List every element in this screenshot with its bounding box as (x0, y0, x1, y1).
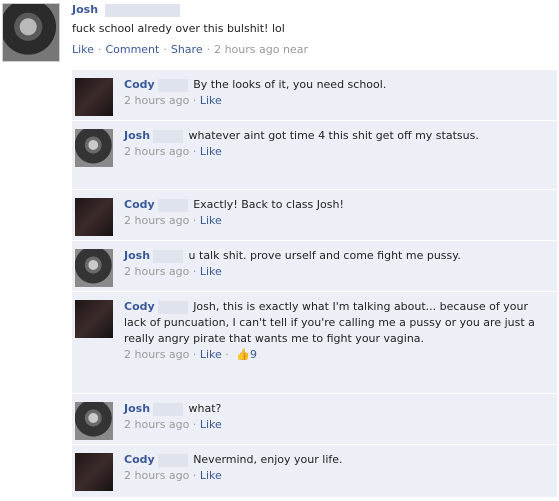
commenter-avatar[interactable] (75, 78, 113, 116)
comment-author[interactable]: Josh (124, 402, 150, 415)
comment-author[interactable]: Cody (124, 78, 155, 91)
commenter-avatar[interactable] (75, 249, 113, 287)
comment-meta: 2 hours ago · Like (124, 145, 222, 158)
comment-meta: 2 hours ago · Like (124, 265, 222, 278)
post-timestamp[interactable]: 2 hours ago near (214, 43, 308, 56)
comment-time[interactable]: 2 hours ago (124, 418, 189, 431)
comment-link[interactable]: Comment (105, 43, 159, 56)
commenter-avatar[interactable] (75, 453, 113, 491)
like-link[interactable]: Like (72, 43, 94, 56)
comment-body: Josh what? 2 hours ago · Like (124, 401, 551, 433)
redacted-surname (153, 402, 184, 416)
comment-body: Cody Nevermind, enjoy your life. 2 hours… (124, 452, 551, 484)
comment-like-link[interactable]: Like (200, 145, 222, 158)
thumbs-up-icon[interactable]: 👍 (236, 348, 250, 361)
comment-author[interactable]: Cody (124, 453, 155, 466)
comment-body: Cody By the looks of it, you need school… (124, 77, 551, 109)
redacted-surname (153, 129, 184, 143)
redacted-surname (157, 453, 188, 467)
comment-like-link[interactable]: Like (200, 214, 222, 227)
comment: Cody Exactly! Back to class Josh! 2 hour… (72, 190, 557, 241)
redacted-surname (157, 198, 188, 212)
commenter-avatar[interactable] (75, 129, 113, 167)
comment-like-link[interactable]: Like (200, 469, 222, 482)
comment-text: Nevermind, enjoy your life. (193, 453, 343, 466)
comment-text: Exactly! Back to class Josh! (193, 198, 344, 211)
like-count[interactable]: 9 (250, 348, 257, 361)
comment-like-link[interactable]: Like (200, 418, 222, 431)
comment-text: By the looks of it, you need school. (193, 78, 387, 91)
comment-like-link[interactable]: Like (200, 348, 222, 361)
comment: Cody Josh, this is exactly what I'm talk… (72, 292, 557, 394)
share-link[interactable]: Share (171, 43, 203, 56)
comment-meta: 2 hours ago · Like (124, 214, 222, 227)
comment-meta: 2 hours ago · Like · 👍9 (124, 348, 258, 361)
post-actions: Like · Comment · Share · 2 hours ago near (72, 43, 308, 56)
comment: Cody By the looks of it, you need school… (72, 70, 557, 121)
commenter-avatar[interactable] (75, 402, 113, 440)
comment-author[interactable]: Josh (124, 249, 150, 262)
comment-text: u talk shit. prove urself and come fight… (188, 249, 461, 262)
author-avatar[interactable] (2, 3, 60, 62)
comment-time[interactable]: 2 hours ago (124, 145, 189, 158)
comment: Josh what? 2 hours ago · Like (72, 394, 557, 445)
comment-meta: 2 hours ago · Like (124, 94, 222, 107)
redacted-surname (153, 249, 184, 263)
comment-time[interactable]: 2 hours ago (124, 348, 189, 361)
comment-time[interactable]: 2 hours ago (124, 214, 189, 227)
post-author-row: Josh (72, 3, 180, 17)
comment-meta: 2 hours ago · Like (124, 469, 222, 482)
comment-author[interactable]: Cody (124, 198, 155, 211)
comment-like-link[interactable]: Like (200, 94, 222, 107)
comment: Josh u talk shit. prove urself and come … (72, 241, 557, 292)
comment: Cody Nevermind, enjoy your life. 2 hours… (72, 445, 557, 498)
commenter-avatar[interactable] (75, 198, 113, 236)
comment-like-link[interactable]: Like (200, 265, 222, 278)
comment-body: Cody Exactly! Back to class Josh! 2 hour… (124, 197, 551, 229)
comment-meta: 2 hours ago · Like (124, 418, 222, 431)
comment: Josh whatever aint got time 4 this shit … (72, 121, 557, 190)
commenter-avatar[interactable] (75, 300, 113, 338)
comment-text: what? (188, 402, 222, 415)
comment-author[interactable]: Cody (124, 300, 155, 313)
redacted-surname (104, 3, 180, 17)
comment-time[interactable]: 2 hours ago (124, 94, 189, 107)
post-text: fuck school alredy over this bulshit! lo… (72, 22, 285, 35)
comment-text: whatever aint got time 4 this shit get o… (188, 129, 479, 142)
post-author-name[interactable]: Josh (72, 3, 98, 16)
redacted-surname (157, 78, 188, 92)
comment-body: Cody Josh, this is exactly what I'm talk… (124, 299, 551, 363)
redacted-surname (157, 300, 188, 314)
comment-time[interactable]: 2 hours ago (124, 469, 189, 482)
comment-author[interactable]: Josh (124, 129, 150, 142)
comment-time[interactable]: 2 hours ago (124, 265, 189, 278)
comment-body: Josh u talk shit. prove urself and come … (124, 248, 551, 280)
comment-body: Josh whatever aint got time 4 this shit … (124, 128, 551, 160)
